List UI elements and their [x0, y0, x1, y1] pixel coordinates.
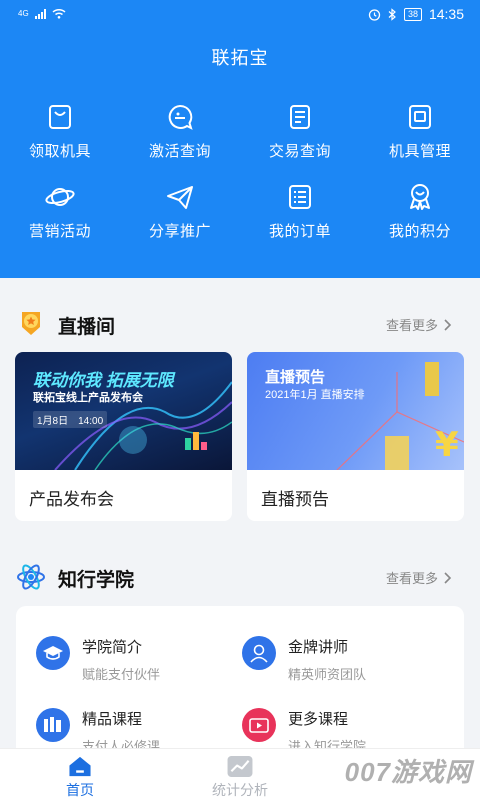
bluetooth-icon — [388, 7, 396, 21]
live-section-header: 直播间 查看更多 — [0, 303, 480, 343]
academy-section-header: 知行学院 查看更多 — [0, 556, 480, 596]
network-type: 4G — [18, 9, 29, 18]
grid-item-my-points[interactable]: 我的积分 — [360, 182, 480, 262]
academy-item-subtitle: 精英师资团队 — [288, 667, 367, 682]
banner-date: 1月8日 14:00 — [33, 411, 108, 428]
grid-label: 机具管理 — [388, 143, 451, 160]
academy-item-title: 精品课程 — [82, 711, 143, 728]
section-title: 知行学院 — [58, 570, 135, 591]
grid-item-my-orders[interactable]: 我的订单 — [240, 182, 360, 262]
grid-label: 营销活动 — [28, 223, 91, 240]
grid-item-transaction-query[interactable]: 交易查询 — [240, 102, 360, 182]
live-more-link[interactable]: 查看更多 — [386, 315, 452, 334]
grid-label: 我的订单 — [268, 223, 331, 240]
status-bar: 4G 38 14:35 — [0, 0, 480, 30]
list-icon — [289, 185, 311, 209]
device-icon — [409, 105, 431, 129]
chat-search-icon — [168, 104, 193, 130]
svg-text:¥: ¥ — [435, 425, 459, 465]
medal-icon — [410, 184, 430, 210]
grid-item-claim-device[interactable]: 领取机具 — [0, 102, 120, 182]
grid-item-share[interactable]: 分享推广 — [120, 182, 240, 262]
live-card-preview[interactable]: ¥ 直播预告 2021年1月 直播安排 直播预告 — [247, 352, 464, 521]
banner-headline: 联动你我 拓展无限 — [33, 371, 174, 390]
tab-statistics[interactable]: 统计分析 — [160, 749, 320, 800]
academy-more-link[interactable]: 查看更多 — [386, 568, 452, 587]
planet-icon — [45, 188, 75, 206]
academy-item-subtitle: 赋能支付伙伴 — [82, 667, 161, 682]
home-icon — [69, 756, 91, 777]
tab-label: 首页 — [66, 782, 94, 798]
live-thumbnail: ¥ 直播预告 2021年1月 直播安排 — [247, 352, 464, 470]
academy-item-title: 更多课程 — [288, 711, 349, 728]
academy-item-title: 金牌讲师 — [288, 639, 349, 656]
academy-item-intro[interactable]: 学院简介 赋能支付伙伴 — [36, 636, 236, 692]
alarm-icon — [368, 8, 381, 21]
chevron-right-icon — [444, 318, 452, 331]
grid-item-activation-query[interactable]: 激活查询 — [120, 102, 240, 182]
badge-star-icon — [22, 312, 40, 335]
battery-level: 38 — [407, 8, 418, 19]
tab-label: 统计分析 — [212, 782, 268, 798]
watermark: 007游戏网 — [344, 757, 472, 787]
graduation-cap-icon — [36, 636, 70, 670]
live-card-title: 直播预告 — [261, 490, 329, 509]
live-card-product-launch[interactable]: 联动你我 拓展无限 联拓宝线上产品发布会 1月8日 14:00 产品发布会 — [15, 352, 232, 521]
banner-subtitle: 2021年1月 直播安排 — [265, 389, 365, 401]
quick-actions-grid: 领取机具 激活查询 交易查询 机具管理 营销活动 分享推广 我的订单 我的积分 — [0, 102, 480, 262]
app-title: 联拓宝 — [211, 48, 269, 68]
atom-icon — [17, 564, 45, 590]
wifi-icon — [52, 8, 66, 19]
clock: 14:35 — [428, 6, 464, 22]
banner-headline: 直播预告 — [265, 369, 326, 386]
tab-home[interactable]: 首页 — [0, 749, 160, 800]
signal-icon — [34, 8, 46, 19]
chevron-right-icon — [444, 571, 452, 584]
more-label: 查看更多 — [385, 318, 438, 333]
grid-item-device-management[interactable]: 机具管理 — [360, 102, 480, 182]
chart-line-icon — [227, 755, 253, 778]
document-icon — [290, 105, 310, 129]
books-icon — [36, 708, 70, 742]
live-thumbnail: 联动你我 拓展无限 联拓宝线上产品发布会 1月8日 14:00 — [15, 352, 232, 470]
grid-label: 激活查询 — [148, 143, 211, 160]
more-label: 查看更多 — [385, 571, 438, 586]
battery-icon: 38 — [403, 7, 422, 21]
bag-icon — [49, 105, 71, 129]
teacher-icon — [242, 636, 276, 670]
grid-label: 我的积分 — [388, 223, 451, 240]
live-card-title: 产品发布会 — [29, 490, 114, 509]
video-play-icon — [242, 708, 276, 742]
grid-label: 分享推广 — [148, 223, 211, 240]
grid-label: 领取机具 — [28, 143, 91, 160]
grid-label: 交易查询 — [268, 143, 331, 160]
academy-item-lecturers[interactable]: 金牌讲师 精英师资团队 — [242, 636, 442, 692]
section-title: 直播间 — [58, 317, 116, 338]
paper-plane-icon — [167, 186, 193, 209]
header-banner: 4G 38 14:35 联拓宝 领取机具 激活查询 交易查询 机具管理 营销活动… — [0, 0, 480, 278]
grid-item-marketing[interactable]: 营销活动 — [0, 182, 120, 262]
banner-subtitle: 联拓宝线上产品发布会 — [33, 392, 143, 404]
academy-item-title: 学院简介 — [82, 639, 143, 656]
